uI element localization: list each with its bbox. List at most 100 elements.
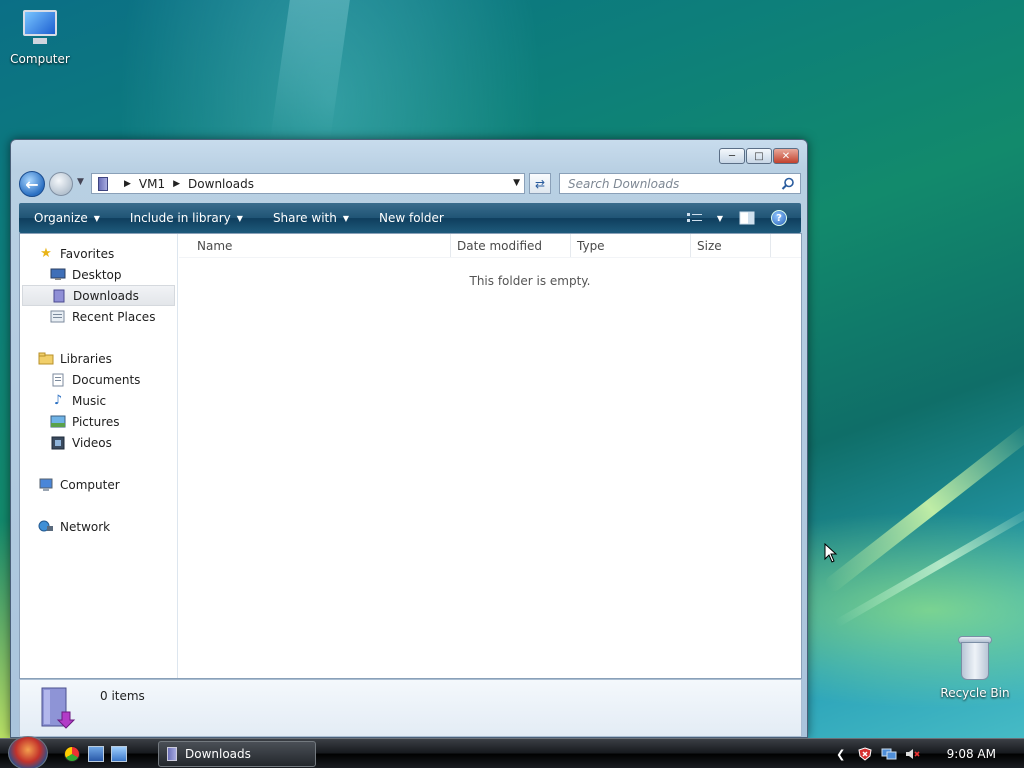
recycle-bin-icon (958, 636, 992, 682)
chrome-icon[interactable] (64, 746, 80, 762)
downloads-icon (51, 289, 67, 303)
column-header-name[interactable]: Name (179, 234, 451, 257)
desktop-icon-label: Recycle Bin (940, 686, 1010, 700)
nav-pictures[interactable]: Pictures (20, 411, 177, 432)
vm-icon (98, 176, 108, 191)
nav-videos[interactable]: Videos (20, 432, 177, 453)
nav-recent-places[interactable]: Recent Places (20, 306, 177, 327)
videos-icon (50, 436, 66, 450)
desktop-icon-recycle-bin[interactable]: Recycle Bin (935, 636, 1015, 700)
column-header-type[interactable]: Type (571, 234, 691, 257)
search-icon[interactable] (781, 177, 795, 191)
help-icon[interactable]: ? (771, 210, 787, 226)
recent-pages-dropdown[interactable]: ▼ (77, 177, 84, 187)
empty-folder-message: This folder is empty. (469, 274, 591, 288)
nav-music[interactable]: ♪ Music (20, 390, 177, 411)
explorer-window: ─ □ ✕ ← ▼ ▶ VM1 ▶ Downloads ▼ ⇄ Organize… (10, 139, 808, 738)
minimize-button[interactable]: ─ (719, 148, 745, 164)
nav-label: Documents (72, 372, 141, 387)
nav-label: Network (60, 519, 111, 534)
downloads-icon (167, 747, 177, 761)
music-icon: ♪ (53, 393, 63, 408)
column-header-size[interactable]: Size (691, 234, 771, 257)
organize-label: Organize (34, 211, 88, 225)
show-hidden-icons-icon[interactable]: ❮ (833, 746, 849, 762)
nav-label: Libraries (60, 351, 112, 366)
close-button[interactable]: ✕ (773, 148, 799, 164)
search-field[interactable] (559, 173, 801, 194)
desktop-icon (50, 268, 66, 282)
address-row: ← ▼ ▶ VM1 ▶ Downloads ▼ ⇄ (19, 171, 801, 197)
taskbar-button-label: Downloads (185, 747, 251, 761)
system-tray: ❮ 9:08 AM (825, 739, 1024, 768)
computer-icon (38, 478, 54, 492)
desktop-icon-label: Computer (10, 52, 70, 66)
switch-windows-icon[interactable] (111, 746, 127, 762)
network-icon (38, 520, 54, 534)
breadcrumb-vm1[interactable]: VM1 (139, 177, 165, 191)
preview-pane-icon[interactable] (739, 211, 755, 225)
column-headers: Name Date modified Type Size (179, 234, 801, 258)
wallpaper-swoosh (822, 421, 1024, 595)
nav-label: Pictures (72, 414, 120, 429)
new-folder-button[interactable]: New folder (364, 203, 459, 233)
item-count: 0 items (100, 689, 145, 703)
breadcrumb-downloads[interactable]: Downloads (188, 177, 254, 191)
documents-icon (50, 373, 66, 387)
network-status-icon[interactable] (881, 746, 897, 762)
start-button[interactable] (8, 736, 48, 768)
wallpaper-swoosh (834, 500, 1024, 628)
share-with-menu[interactable]: Share with ▼ (258, 203, 364, 233)
navigation-pane: ★ Favorites Desktop Downloads Recent Pla… (20, 234, 178, 678)
share-with-label: Share with (272, 211, 337, 225)
chevron-down-icon: ▼ (342, 213, 349, 223)
show-desktop-icon[interactable] (88, 746, 104, 762)
nav-label: Desktop (72, 267, 122, 282)
nav-downloads[interactable]: Downloads (22, 285, 175, 306)
nav-label: Recent Places (72, 309, 156, 324)
address-dropdown-icon[interactable]: ▼ (513, 178, 520, 188)
forward-button[interactable] (49, 172, 73, 196)
nav-label: Computer (60, 477, 120, 492)
file-list-pane: Name Date modified Type Size This folder… (179, 234, 801, 678)
new-folder-label: New folder (379, 211, 444, 225)
nav-libraries[interactable]: Libraries (20, 348, 177, 369)
taskbar-button-downloads[interactable]: Downloads (158, 741, 316, 767)
details-pane: 0 items (19, 679, 802, 737)
pictures-icon (50, 415, 66, 429)
downloads-folder-icon (41, 687, 76, 729)
chevron-down-icon: ▼ (716, 213, 723, 223)
clock[interactable]: 9:08 AM (947, 747, 996, 761)
nav-label: Downloads (73, 288, 139, 303)
star-icon: ★ (40, 246, 52, 261)
desktop-icon-computer[interactable]: Computer (0, 8, 80, 66)
chevron-down-icon: ▼ (93, 213, 100, 223)
nav-computer[interactable]: Computer (20, 474, 177, 495)
breadcrumb-separator[interactable]: ▶ (124, 179, 131, 189)
nav-favorites[interactable]: ★ Favorites (20, 243, 177, 264)
back-button[interactable]: ← (19, 171, 45, 197)
security-alert-icon[interactable] (857, 746, 873, 762)
computer-icon (19, 8, 61, 48)
search-input[interactable] (568, 176, 768, 191)
chevron-down-icon: ▼ (236, 213, 243, 223)
volume-muted-icon[interactable] (905, 746, 921, 762)
breadcrumb-separator[interactable]: ▶ (173, 179, 180, 189)
view-icon (686, 213, 702, 222)
address-bar[interactable]: ▶ VM1 ▶ Downloads ▼ (91, 173, 525, 194)
nav-label: Favorites (60, 246, 115, 261)
column-header-date-modified[interactable]: Date modified (451, 234, 571, 257)
maximize-button[interactable]: □ (746, 148, 772, 164)
libraries-icon (38, 352, 54, 366)
nav-label: Music (72, 393, 107, 408)
refresh-button[interactable]: ⇄ (529, 173, 551, 194)
include-in-library-label: Include in library (129, 211, 231, 225)
view-options-button[interactable]: ▼ (686, 212, 723, 224)
organize-menu[interactable]: Organize ▼ (19, 203, 115, 233)
command-bar: Organize ▼ Include in library ▼ Share wi… (19, 203, 801, 233)
include-in-library-menu[interactable]: Include in library ▼ (115, 203, 258, 233)
nav-network[interactable]: Network (20, 516, 177, 537)
nav-desktop[interactable]: Desktop (20, 264, 177, 285)
taskbar: Downloads ❮ 9:08 AM (0, 736, 1024, 768)
nav-documents[interactable]: Documents (20, 369, 177, 390)
